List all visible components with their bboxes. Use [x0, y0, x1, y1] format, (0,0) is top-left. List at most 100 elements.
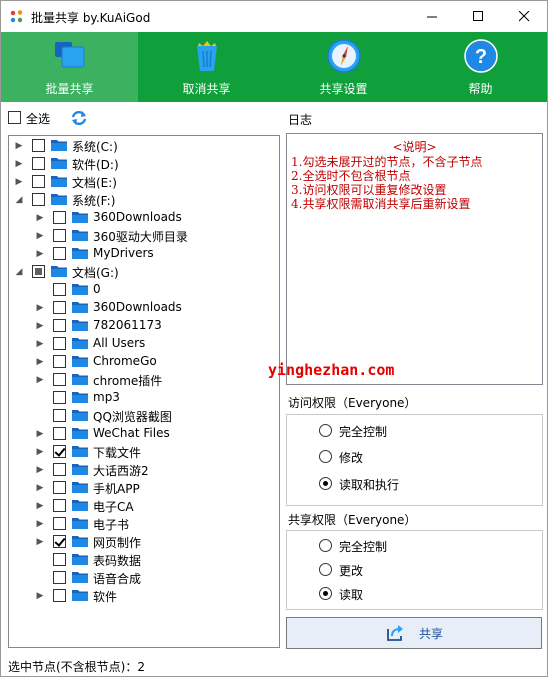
expand-arrow-icon[interactable]: ▶ [34, 517, 46, 531]
expand-arrow-icon[interactable]: ▶ [34, 427, 46, 441]
tree-node-checkbox[interactable] [32, 157, 45, 170]
tree-node[interactable]: QQ浏览器截图 [9, 407, 279, 425]
toolbar-batch-share[interactable]: 批量共享 [1, 32, 138, 102]
collapse-arrow-icon[interactable]: ◢ [13, 265, 25, 279]
log-panel[interactable]: <说明> 1.勾选未展开过的节点，不含子节点 2.全选时不包含根节点 3.访问权… [286, 133, 543, 385]
tree-node[interactable]: ▶ 网页制作 [9, 533, 279, 551]
tree-node-checkbox[interactable] [53, 445, 66, 458]
tree-node-checkbox[interactable] [53, 319, 66, 332]
toolbar-cancel-share[interactable]: 取消共享 [138, 32, 275, 102]
collapse-arrow-icon[interactable]: ◢ [13, 193, 25, 207]
toolbar-share-settings[interactable]: 共享设置 [275, 32, 412, 102]
tree-node-checkbox[interactable] [53, 337, 66, 350]
tree-node-checkbox[interactable] [53, 463, 66, 476]
tree-node[interactable]: 语音合成 [9, 569, 279, 587]
expand-arrow-icon[interactable]: ▶ [34, 211, 46, 225]
expand-arrow-icon[interactable]: ▶ [34, 301, 46, 315]
tree-node[interactable]: mp3 [9, 389, 279, 407]
radio-label: 完全控制 [339, 540, 388, 554]
tree-node[interactable]: ▶ 360Downloads [9, 209, 279, 227]
expand-arrow-icon[interactable]: ▶ [13, 175, 25, 189]
expand-arrow-icon[interactable]: ▶ [34, 535, 46, 549]
tree-node-checkbox[interactable] [53, 589, 66, 602]
tree-node[interactable]: ▶ 360驱动大师目录 [9, 227, 279, 245]
tree-node[interactable]: ▶ 软件(D:) [9, 155, 279, 173]
tree-node-checkbox[interactable] [53, 571, 66, 584]
tree-node-label: 360Downloads [93, 300, 182, 314]
tree-node[interactable]: ▶ 下载文件 [9, 443, 279, 461]
tree-node[interactable]: ▶ 手机APP [9, 479, 279, 497]
tree-node[interactable]: ▶ 软件 [9, 587, 279, 605]
title-bar: 批量共享 by.KuAiGod [1, 1, 547, 32]
refresh-icon[interactable] [70, 109, 88, 127]
expand-arrow-icon[interactable]: ▶ [34, 463, 46, 477]
expand-arrow-icon[interactable]: ▶ [34, 445, 46, 459]
expand-arrow-icon[interactable]: ▶ [34, 373, 46, 387]
tree-node-checkbox[interactable] [53, 499, 66, 512]
close-button[interactable] [501, 1, 547, 32]
tree-node[interactable]: ▶ 系统(C:) [9, 137, 279, 155]
tree-node[interactable]: ▶ WeChat Files [9, 425, 279, 443]
tree-node-checkbox[interactable] [53, 301, 66, 314]
expand-arrow-icon[interactable]: ▶ [34, 481, 46, 495]
toolbar-help[interactable]: ? 帮助 [412, 32, 547, 102]
tree-node-checkbox[interactable] [53, 535, 66, 548]
tree-node-checkbox[interactable] [53, 427, 66, 440]
expand-arrow-icon[interactable]: ▶ [34, 589, 46, 603]
tree-node-checkbox[interactable] [53, 211, 66, 224]
tree-node-label: 语音合成 [93, 572, 142, 586]
tree-node-label: 下载文件 [93, 446, 142, 460]
expand-arrow-icon[interactable]: ▶ [34, 499, 46, 513]
tree-node[interactable]: ▶ 360Downloads [9, 299, 279, 317]
tree-node-checkbox[interactable] [53, 481, 66, 494]
radio-dot [319, 539, 332, 552]
expand-arrow-icon[interactable]: ▶ [13, 157, 25, 171]
tree-node-checkbox[interactable] [53, 517, 66, 530]
tree-node[interactable]: ▶ 电子CA [9, 497, 279, 515]
tree-node-checkbox[interactable] [53, 247, 66, 260]
tree-node[interactable]: ▶ All Users [9, 335, 279, 353]
tree-node[interactable]: ▶ chrome插件 [9, 371, 279, 389]
tree-node-checkbox[interactable] [32, 193, 45, 206]
expand-arrow-icon[interactable]: ▶ [34, 319, 46, 333]
tree-node-label: 系统(C:) [72, 140, 118, 154]
select-all-checkbox[interactable] [8, 111, 21, 124]
tree-node-checkbox[interactable] [32, 139, 45, 152]
tree-node-label: 网页制作 [93, 536, 142, 550]
tree-node-checkbox[interactable] [32, 265, 45, 278]
tree-node[interactable]: ▶ ChromeGo [9, 353, 279, 371]
radio-label: 完全控制 [339, 425, 388, 439]
folder-tree[interactable]: ▶ 系统(C:) ▶ 软件(D:) ▶ 文档(E:) ◢ 系统(F:) ▶ 360Download… [8, 135, 280, 648]
tree-node[interactable]: 表码数据 [9, 551, 279, 569]
tree-node-checkbox[interactable] [53, 391, 66, 404]
folder-icon [72, 302, 88, 313]
folder-icon [72, 410, 88, 421]
tree-node-checkbox[interactable] [53, 409, 66, 422]
tree-node-checkbox[interactable] [53, 355, 66, 368]
expand-arrow-icon[interactable]: ▶ [34, 355, 46, 369]
tree-node-checkbox[interactable] [32, 175, 45, 188]
folder-icon [72, 500, 88, 511]
minimize-button[interactable] [409, 1, 455, 32]
expand-arrow-icon[interactable]: ▶ [34, 247, 46, 261]
tree-node-checkbox[interactable] [53, 229, 66, 242]
expand-arrow-icon[interactable]: ▶ [13, 139, 25, 153]
tree-node[interactable]: ▶ 电子书 [9, 515, 279, 533]
share-button[interactable]: 共享 [286, 617, 542, 649]
expand-arrow-icon[interactable]: ▶ [34, 229, 46, 243]
tree-node-checkbox[interactable] [53, 553, 66, 566]
tree-node-checkbox[interactable] [53, 283, 66, 296]
tree-node[interactable]: ▶ 文档(E:) [9, 173, 279, 191]
access-permission-group: 完全控制 修改 读取和执行 [286, 414, 543, 506]
tree-node[interactable]: 0 [9, 281, 279, 299]
maximize-button[interactable] [455, 1, 501, 32]
tree-node[interactable]: ◢ 系统(F:) [9, 191, 279, 209]
tree-node[interactable]: ▶ 大话西游2 [9, 461, 279, 479]
tree-node[interactable]: ◢ 文档(G:) [9, 263, 279, 281]
tree-node-checkbox[interactable] [53, 373, 66, 386]
tree-node[interactable]: ▶ 782061173 [9, 317, 279, 335]
expand-arrow-icon[interactable]: ▶ [34, 337, 46, 351]
tree-node[interactable]: ▶ MyDrivers [9, 245, 279, 263]
